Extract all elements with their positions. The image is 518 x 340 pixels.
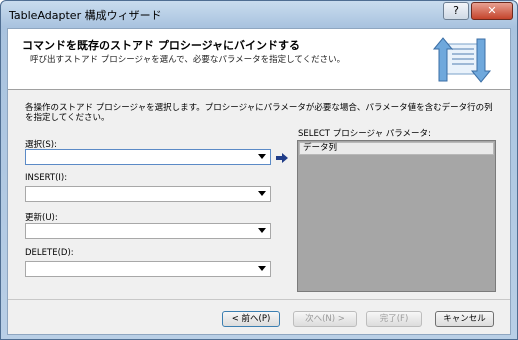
window-title: TableAdapter 構成ウィザード xyxy=(9,9,162,22)
help-button[interactable]: ? xyxy=(443,2,469,20)
page-subtitle: 呼び出すストアド プロシージャを選んで、必要なパラメータを指定してください。 xyxy=(30,55,346,65)
delete-procedure-combo[interactable] xyxy=(25,261,271,277)
chevron-down-icon[interactable] xyxy=(258,228,266,233)
wizard-window: TableAdapter 構成ウィザード ? ✕ コマンドを既存のストアド プロ… xyxy=(0,0,518,340)
title-bar[interactable]: TableAdapter 構成ウィザード ? ✕ xyxy=(1,1,517,27)
insert-label: INSERT(I): xyxy=(25,173,68,183)
parameters-label: SELECT プロシージャ パラメータ: xyxy=(298,129,431,139)
select-procedure-combo[interactable] xyxy=(25,149,271,165)
footer-divider xyxy=(8,299,510,300)
wizard-binding-icon xyxy=(433,37,492,83)
finish-button[interactable]: 完了(F) xyxy=(366,311,422,327)
update-procedure-combo[interactable] xyxy=(25,223,271,239)
chevron-down-icon[interactable] xyxy=(258,154,266,159)
page-title: コマンドを既存のストアド プロシージャにバインドする xyxy=(22,39,301,52)
wizard-header: コマンドを既存のストアド プロシージャにバインドする 呼び出すストアド プロシー… xyxy=(8,29,510,90)
next-button[interactable]: 次へ(N) > xyxy=(293,311,357,327)
instructions-text: 各操作のストアド プロシージャを選択します。プロシージャにパラメータが必要な場合… xyxy=(25,103,493,123)
close-button[interactable]: ✕ xyxy=(471,2,513,20)
grid-column-header: データ列 xyxy=(299,142,494,155)
insert-procedure-combo[interactable] xyxy=(25,186,271,202)
chevron-down-icon[interactable] xyxy=(258,191,266,196)
delete-label: DELETE(D): xyxy=(25,248,74,258)
arrow-right-icon xyxy=(276,153,288,163)
update-label: 更新(U): xyxy=(25,213,58,223)
parameters-grid[interactable]: データ列 xyxy=(297,140,496,292)
back-button[interactable]: < 前へ(P) xyxy=(222,311,280,327)
cancel-button[interactable]: キャンセル xyxy=(435,311,494,327)
chevron-down-icon[interactable] xyxy=(258,266,266,271)
dialog-body: コマンドを既存のストアド プロシージャにバインドする 呼び出すストアド プロシー… xyxy=(7,28,511,335)
